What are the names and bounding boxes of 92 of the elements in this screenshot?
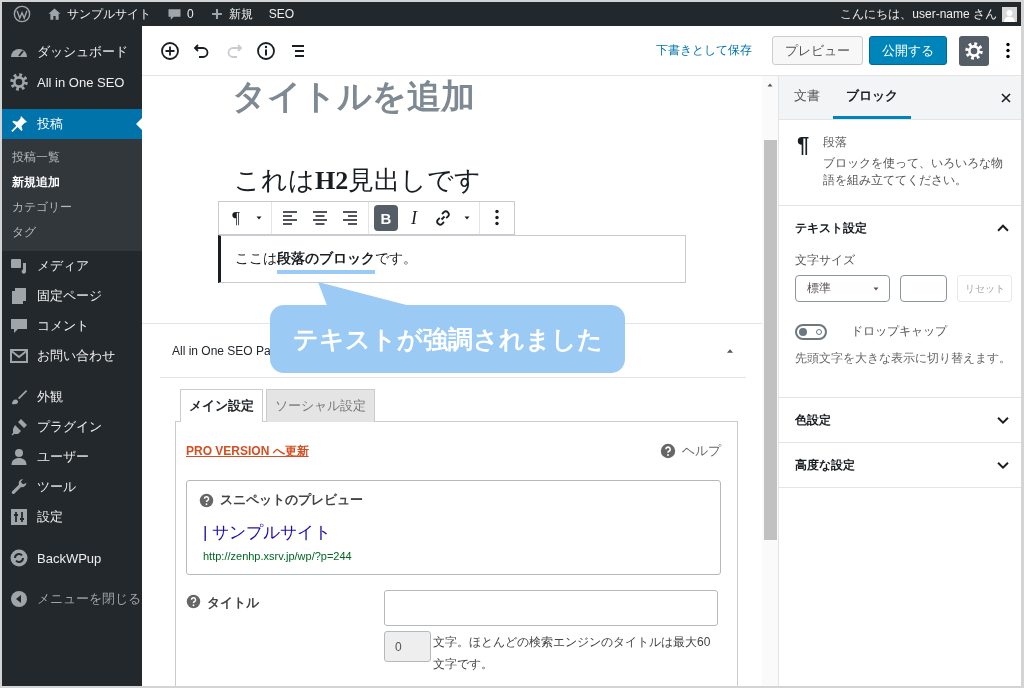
snippet-url: http://zenhp.xsrv.jp/wp/?p=244 (203, 550, 353, 562)
help-icon (186, 594, 201, 609)
avatar-icon (1002, 6, 1017, 22)
font-size-select[interactable]: 標準 (795, 275, 891, 302)
block-description: ブロックを使って、いろいろな物語を組み立ててください。 (823, 155, 1005, 189)
mail-icon (9, 346, 29, 366)
menu-item[interactable]: メディア (2, 251, 142, 281)
title-field[interactable] (384, 590, 718, 626)
menu-item[interactable]: ダッシュボード (2, 37, 142, 67)
submenu-item[interactable]: 投稿一覧 (2, 145, 142, 170)
preview-button[interactable]: プレビュー (772, 36, 863, 65)
drop-cap-help: 先頭文字を大きな表示に切り替えます。 (795, 350, 1012, 367)
logo-icon (13, 5, 31, 23)
save-draft-link[interactable]: 下書きとして保存 (656, 42, 752, 59)
paragraph-block[interactable]: ここは段落のブロックです。 (218, 235, 686, 283)
submenu-item[interactable]: 新規追加 (2, 170, 142, 195)
new-link[interactable]: 新規 (228, 5, 253, 23)
home-icon (47, 6, 62, 22)
media-icon (9, 256, 29, 276)
settings-button[interactable] (959, 35, 989, 66)
collapse-menu-button[interactable]: メニューを閉じる (2, 584, 142, 614)
panel-tab[interactable]: 文書 (781, 76, 833, 119)
menu-item[interactable]: コメント (2, 311, 142, 341)
menu-item[interactable]: 投稿 (2, 109, 142, 139)
seo-box-title: All in One SEO Pa (172, 343, 271, 358)
paragraph-button[interactable]: ¶ (224, 205, 248, 231)
submenu-item[interactable]: カテゴリー (2, 195, 142, 220)
scrollbar[interactable] (762, 76, 778, 686)
tab[interactable]: ソーシャル設定 (266, 389, 375, 422)
title-label: タイトル (207, 594, 259, 612)
info-icon (256, 40, 276, 61)
collapse-icon (9, 589, 29, 609)
section-header[interactable]: 高度な設定 (779, 443, 1021, 487)
seo-link[interactable]: SEO (268, 7, 295, 21)
site-name-link[interactable]: サンプルサイト (67, 5, 151, 23)
snippet-heading: スニペットのプレビュー (220, 491, 363, 509)
align-left-icon (280, 208, 300, 228)
count-field[interactable]: 0 (384, 631, 431, 662)
gear-icon (9, 72, 29, 92)
upgrade-link[interactable]: PRO VERSION へ更新 (186, 442, 309, 460)
help-icon (660, 443, 676, 459)
more-icon (495, 209, 499, 227)
font-size-label: 文字サイズ (795, 252, 856, 269)
tab[interactable]: メイン設定 (180, 389, 263, 422)
post-title[interactable]: タイトルを追加 (142, 76, 762, 116)
plug-icon (9, 417, 29, 437)
greeting[interactable]: こんにちは、user-name さん (840, 5, 997, 23)
pin-icon (9, 114, 29, 134)
menu-item[interactable]: ツール (2, 472, 142, 502)
comment-count[interactable]: 0 (187, 7, 194, 21)
menu-item[interactable]: 設定 (2, 502, 142, 532)
heading-block[interactable]: これはH2見出しです (142, 165, 762, 197)
settings-icon (964, 40, 984, 61)
menu-item[interactable]: BackWPup (2, 543, 142, 573)
section-header[interactable]: テキスト設定 (779, 206, 1021, 250)
plus-circle-icon (160, 40, 180, 61)
section-header[interactable]: 色設定 (779, 398, 1021, 442)
drop-cap-toggle[interactable] (795, 323, 827, 340)
italic-button[interactable]: I (402, 205, 426, 231)
drop-cap-label: ドロップキャップ (851, 323, 947, 340)
settings-icon (9, 507, 29, 527)
menu-item[interactable]: 固定ページ (2, 281, 142, 311)
help-link[interactable]: ヘルプ (682, 442, 721, 460)
menu-item[interactable]: プラグイン (2, 412, 142, 442)
current-notch-icon (136, 118, 142, 130)
more-icon (1006, 41, 1010, 60)
menu-item[interactable]: ユーザー (2, 442, 142, 472)
user-icon (9, 447, 29, 467)
submenu-item[interactable]: タグ (2, 220, 142, 245)
paragraph-icon: ¶ (797, 134, 810, 189)
snippet-title: | サンプルサイト (203, 522, 333, 544)
menu-item[interactable]: お問い合わせ (2, 341, 142, 371)
scrollbar-thumb[interactable] (764, 140, 777, 540)
panel-tab[interactable]: ブロック (833, 76, 911, 119)
menu-item[interactable]: 外観 (2, 382, 142, 412)
block-name: 段落 (823, 134, 849, 151)
help-icon (199, 492, 214, 508)
brush-icon (9, 387, 29, 407)
count-note: 文字。ほとんどの検索エンジンのタイトルは最大60文字です。 (433, 635, 711, 671)
publish-button[interactable]: 公開する (869, 36, 947, 65)
menu-item[interactable]: All in One SEO (2, 67, 142, 97)
comment-icon (9, 316, 29, 336)
refresh-icon (9, 548, 29, 568)
plus-icon (209, 7, 224, 21)
pages-icon (9, 286, 29, 306)
align-right-icon (340, 208, 360, 228)
bold-button[interactable]: B (374, 205, 398, 231)
link-icon (433, 208, 453, 228)
wrench-icon (9, 477, 29, 497)
align-center-icon (310, 208, 330, 228)
font-size-field[interactable] (900, 275, 948, 302)
comment-icon (167, 6, 182, 22)
